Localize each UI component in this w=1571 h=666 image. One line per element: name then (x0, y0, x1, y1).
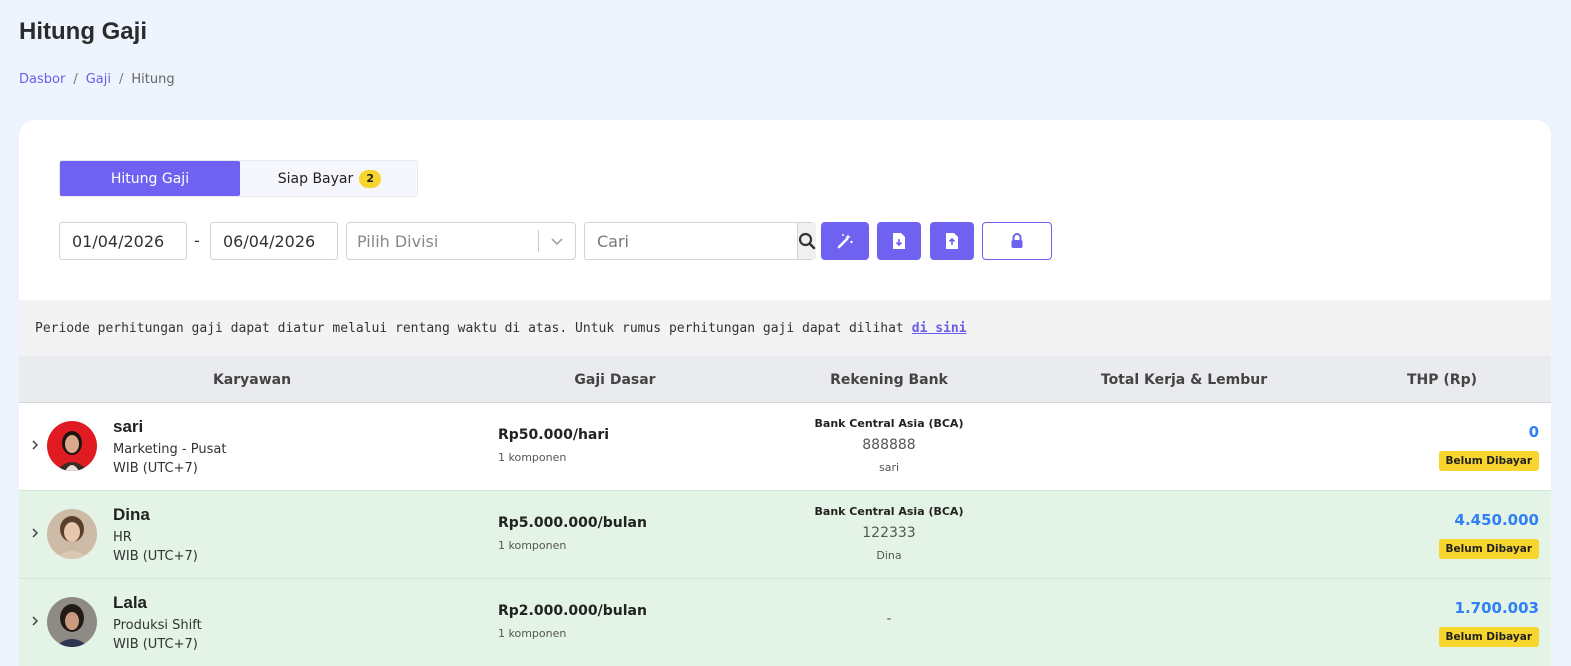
bank-name: Bank Central Asia (BCA) (814, 505, 964, 518)
breadcrumb-current: Hitung (131, 72, 175, 87)
lock-icon (1011, 233, 1023, 248)
header-karyawan[interactable]: Karyawan (152, 356, 352, 403)
division-select[interactable]: Pilih Divisi (346, 222, 576, 260)
employee-timezone: WIB (UTC+7) (113, 637, 198, 652)
employee-timezone: WIB (UTC+7) (113, 549, 198, 564)
download-button[interactable] (877, 222, 921, 260)
date-separator: - (194, 231, 200, 250)
employee-division: Marketing - Pusat (113, 442, 227, 457)
avatar (47, 509, 97, 559)
header-thp[interactable]: THP (Rp) (1342, 356, 1542, 403)
employee-division: Produksi Shift (113, 618, 202, 633)
auto-calculate-button[interactable] (821, 222, 869, 260)
file-upload-icon (946, 233, 958, 249)
formula-link[interactable]: di sini (912, 321, 967, 336)
status-badge: Belum Dibayar (1438, 539, 1539, 559)
base-salary: Rp50.000/hari (498, 427, 610, 443)
breadcrumb-gaji[interactable]: Gaji (86, 72, 111, 87)
header-total-kerja[interactable]: Total Kerja & Lembur (1064, 356, 1304, 403)
table-row[interactable]: Dina HR WIB (UTC+7) Rp5.000.000/bulan 1 … (19, 491, 1551, 579)
status-badge: Belum Dibayar (1438, 627, 1539, 647)
search-icon (798, 232, 816, 250)
start-date-input[interactable]: 01/04/2026 (59, 222, 187, 260)
avatar (47, 597, 97, 647)
table-row[interactable]: Lala Produksi Shift WIB (UTC+7) Rp2.000.… (19, 579, 1551, 666)
employee-name[interactable]: sari (113, 417, 143, 437)
avatar (47, 421, 97, 471)
bank-account: Bank Central Asia (BCA) 888888 sari (789, 417, 989, 474)
header-rekening-bank[interactable]: Rekening Bank (789, 356, 989, 403)
base-salary: Rp2.000.000/bulan (498, 603, 647, 619)
search-input[interactable] (585, 223, 797, 259)
file-download-icon (893, 233, 905, 249)
status-badge: Belum Dibayar (1438, 451, 1539, 471)
search-group (584, 222, 816, 260)
chevron-right-icon[interactable] (27, 437, 43, 453)
thp-amount: 4.450.000 (1454, 511, 1539, 529)
filter-row: 01/04/2026 - 06/04/2026 Pilih Divisi (59, 222, 1059, 260)
info-bar: Periode perhitungan gaji dapat diatur me… (19, 300, 1551, 356)
breadcrumb-separator: / (118, 72, 124, 87)
thp-amount: 1.700.003 (1454, 599, 1539, 617)
employee-name[interactable]: Lala (113, 593, 147, 613)
lock-button[interactable] (982, 222, 1052, 260)
tab-siap-bayar-label: Siap Bayar (277, 170, 354, 187)
end-date-input[interactable]: 06/04/2026 (210, 222, 338, 260)
tab-siap-bayar[interactable]: Siap Bayar 2 (240, 161, 419, 196)
upload-button[interactable] (930, 222, 974, 260)
salary-components: 1 komponen (498, 539, 567, 552)
bank-number: 888888 (862, 437, 916, 453)
base-salary: Rp5.000.000/bulan (498, 515, 647, 531)
bank-holder: Dina (876, 549, 902, 562)
breadcrumb: Dasbor / Gaji / Hitung (19, 72, 175, 87)
main-card: Hitung Gaji Siap Bayar 2 01/04/2026 - 06… (19, 120, 1551, 666)
info-text: Periode perhitungan gaji dapat diatur me… (35, 320, 904, 336)
employee-division: HR (113, 530, 132, 545)
bank-name: Bank Central Asia (BCA) (814, 417, 964, 430)
bank-account: Bank Central Asia (BCA) 122333 Dina (789, 505, 989, 562)
employee-timezone: WIB (UTC+7) (113, 461, 198, 476)
breadcrumb-dasbor[interactable]: Dasbor (19, 72, 65, 87)
salary-components: 1 komponen (498, 627, 567, 640)
bank-number: 122333 (862, 525, 916, 541)
chevron-down-icon[interactable] (539, 234, 575, 248)
tab-bar: Hitung Gaji Siap Bayar 2 (59, 160, 418, 197)
tab-hitung-gaji[interactable]: Hitung Gaji (60, 161, 240, 196)
salary-components: 1 komponen (498, 451, 567, 464)
chevron-right-icon[interactable] (27, 613, 43, 629)
count-badge: 2 (359, 169, 382, 188)
breadcrumb-separator: / (73, 72, 78, 87)
thp-amount: 0 (1528, 423, 1539, 441)
bank-account-empty: - (886, 611, 892, 627)
employee-name[interactable]: Dina (113, 505, 150, 525)
bank-holder: sari (878, 461, 900, 474)
chevron-right-icon[interactable] (27, 525, 43, 541)
search-button[interactable] (797, 223, 816, 259)
header-gaji-dasar[interactable]: Gaji Dasar (515, 356, 715, 403)
magic-wand-icon (837, 234, 853, 249)
division-select-placeholder: Pilih Divisi (357, 231, 439, 251)
table-row[interactable]: sari Marketing - Pusat WIB (UTC+7) Rp50.… (19, 403, 1551, 491)
table-header: Karyawan Gaji Dasar Rekening Bank Total … (19, 356, 1551, 403)
page-title: Hitung Gaji (19, 18, 147, 45)
